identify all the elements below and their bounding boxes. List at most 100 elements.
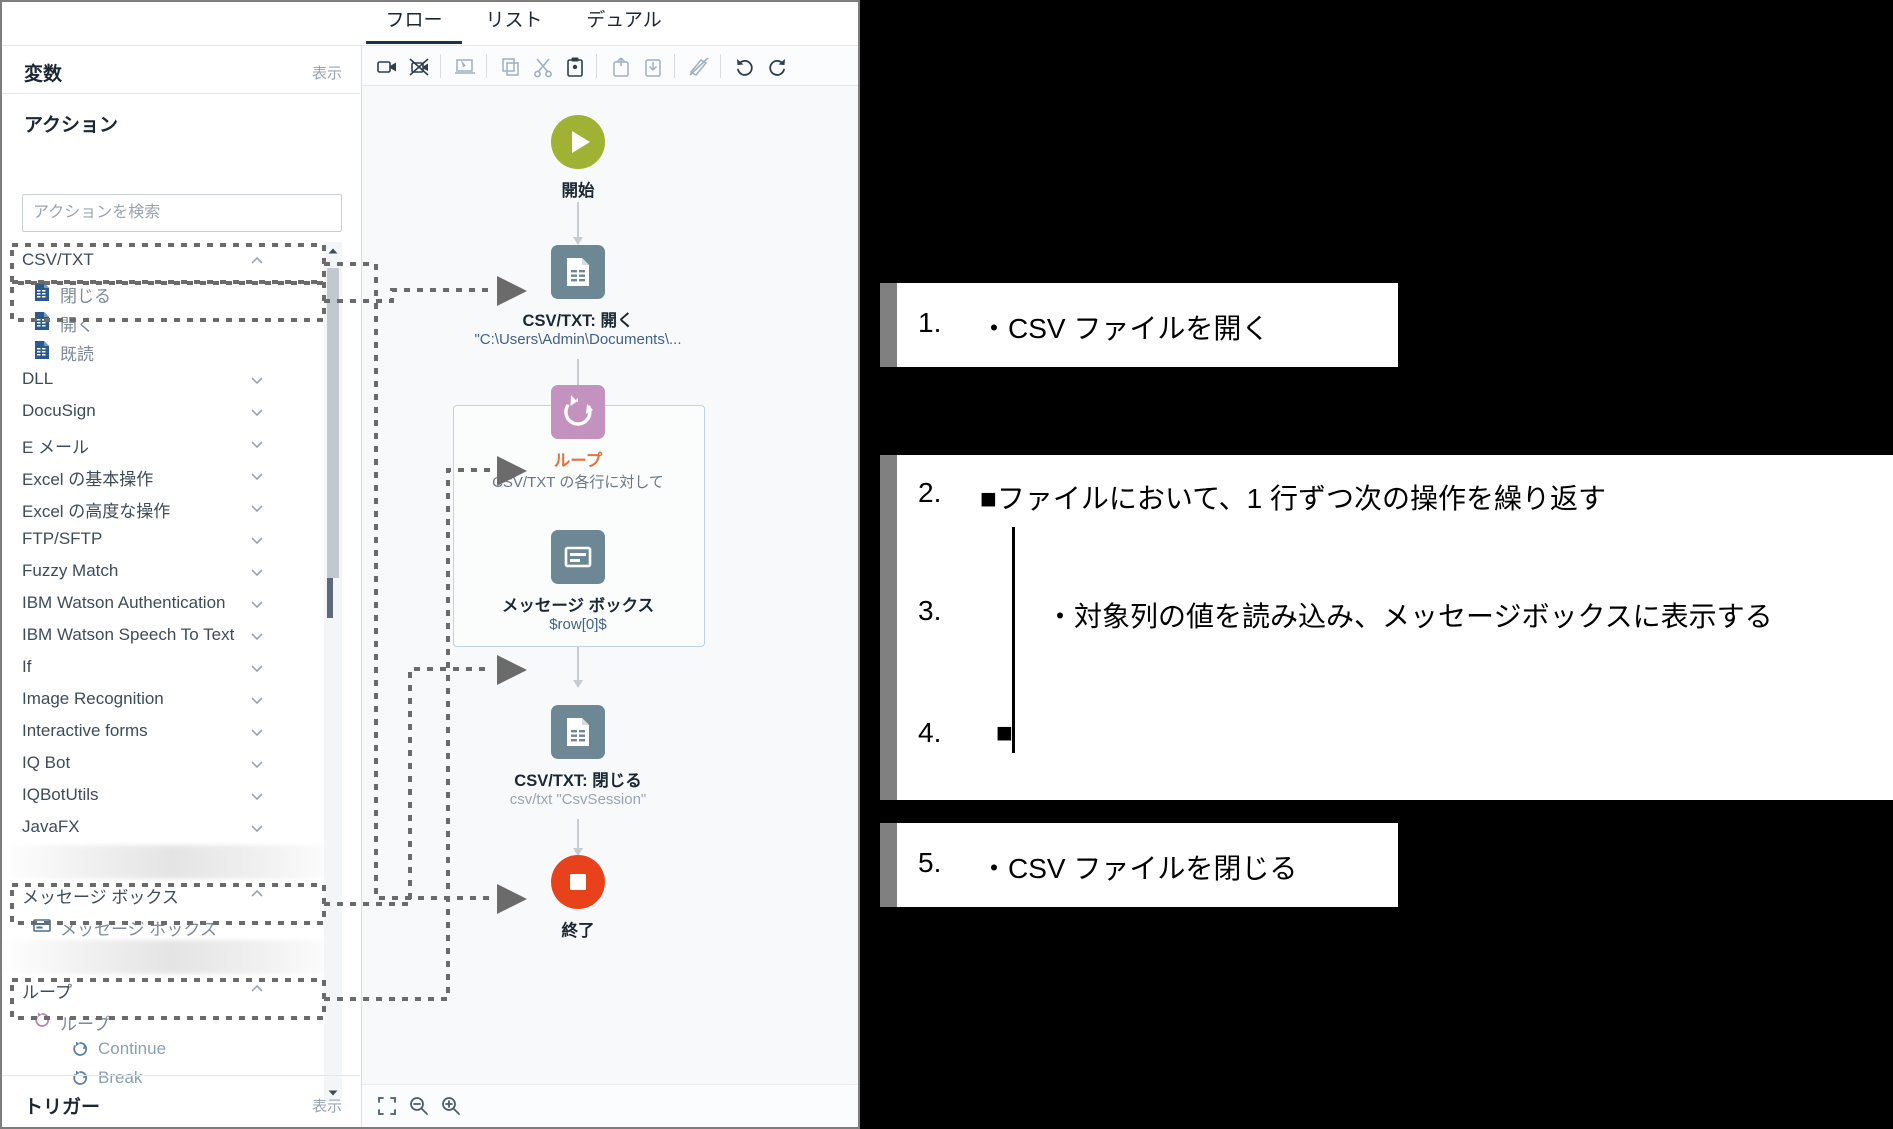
flow-canvas-area: 開始 CSV/TXT: 開く "C:\Users\Admin\Documents… [362,46,858,1127]
search-actions-wrap [22,194,342,232]
action-group-4[interactable]: DLL [2,365,342,397]
action-item-24[interactable]: ループ [2,1006,342,1035]
flow-node-message-box-label: メッセージ ボックス [501,597,655,615]
trigger-section-header[interactable]: トリガー 表示 [2,1075,360,1127]
action-group-23[interactable]: ループ [2,974,342,1006]
flow-node-csv-open[interactable]: CSV/TXT: 開く "C:\Users\Admin\Documents\..… [443,245,713,348]
paste-icon[interactable] [564,56,586,78]
toolbar-separator [720,54,721,78]
annotation-bar [880,455,897,800]
action-group-0[interactable]: CSV/TXT [2,246,342,278]
action-group-label: Excel の基本操作 [22,470,154,489]
chevron-down-icon[interactable] [250,565,264,579]
action-group-label: Fuzzy Match [22,561,119,580]
action-group-10[interactable]: Fuzzy Match [2,557,342,589]
chevron-down-icon[interactable] [250,373,264,387]
action-group-13[interactable]: If [2,653,342,685]
action-group-12[interactable]: IBM Watson Speech To Text [2,621,342,653]
variables-section-header[interactable]: 変数 表示 [2,46,360,94]
action-group-18[interactable]: JavaFX [2,813,342,845]
chevron-down-icon[interactable] [250,469,264,483]
annotation-item-1: 1. ・CSV ファイルを開く [880,283,1398,367]
tab-dual[interactable]: デュアル [570,6,678,44]
scrollbar-thumb[interactable] [327,268,339,578]
chevron-down-icon[interactable] [250,405,264,419]
annotation-number: 1. [918,307,942,338]
action-group-label: JavaFX [22,817,80,836]
flow-node-start-label: 開始 [561,182,595,200]
actions-title: アクション [24,115,119,136]
loop-icon [70,1039,90,1059]
action-group-6[interactable]: E メール [2,429,342,461]
action-group-17[interactable]: IQBotUtils [2,781,342,813]
action-group-7[interactable]: Excel の基本操作 [2,461,342,493]
message-box-icon [551,530,605,584]
action-item-3[interactable]: 既読 [2,336,342,365]
flow-node-end[interactable]: 終了 [493,855,663,941]
chevron-down-icon[interactable] [250,693,264,707]
action-group-14[interactable]: Image Recognition [2,685,342,717]
flow-canvas[interactable]: 開始 CSV/TXT: 開く "C:\Users\Admin\Documents… [362,87,858,1085]
tab-flow[interactable]: フロー [366,6,462,44]
action-item-label: 閉じる [60,287,111,306]
zoom-out-icon[interactable] [408,1095,430,1117]
record-stop-icon[interactable] [408,56,430,78]
variables-show-link[interactable]: 表示 [312,62,342,83]
screenshot-icon[interactable] [454,56,476,78]
annotation-number: 2. [918,477,942,508]
actions-tree-scrollbar[interactable] [324,242,342,1102]
cut-icon[interactable] [532,56,554,78]
import-icon[interactable] [642,56,664,78]
annotation-number: 5. [918,847,942,878]
flow-node-csv-open-subtext: "C:\Users\Admin\Documents\... [474,331,682,348]
tab-list[interactable]: リスト [474,6,554,44]
copy-icon[interactable] [500,56,522,78]
action-group-16[interactable]: IQ Bot [2,749,342,781]
action-item-25[interactable]: Continue [2,1035,342,1064]
chevron-down-icon[interactable] [250,597,264,611]
chevron-down-icon[interactable] [250,437,264,451]
annotation-number: 4. [918,717,942,748]
chevron-down-icon[interactable] [250,501,264,515]
chevron-down-icon[interactable] [250,661,264,675]
action-group-8[interactable]: Excel の高度な操作 [2,493,342,525]
loop-icon [32,1010,52,1030]
fit-to-screen-icon[interactable] [376,1095,398,1117]
action-item-1[interactable]: 閉じる [2,278,342,307]
chevron-up-icon[interactable] [250,982,264,996]
action-group-5[interactable]: DocuSign [2,397,342,429]
chevron-up-icon[interactable] [250,254,264,268]
scroll-up-icon[interactable] [324,242,342,260]
search-actions-input[interactable] [22,194,342,232]
chevron-down-icon[interactable] [250,629,264,643]
disable-icon[interactable] [688,56,710,78]
action-group-15[interactable]: Interactive forms [2,717,342,749]
flow-node-end-label: 終了 [561,922,595,940]
trigger-show-link[interactable]: 表示 [312,1095,342,1116]
flow-node-csv-close[interactable]: CSV/TXT: 閉じる csv/txt "CsvSession" [443,705,713,808]
action-group-11[interactable]: IBM Watson Authentication [2,589,342,621]
flow-node-message-box[interactable]: メッセージ ボックス $row[0]$ [463,530,693,633]
action-group-9[interactable]: FTP/SFTP [2,525,342,557]
redo-icon[interactable] [766,56,788,78]
annotation-text: ・CSV ファイルを開く [980,313,1270,344]
record-icon[interactable] [376,56,398,78]
chevron-up-icon[interactable] [250,887,264,901]
action-item-21[interactable]: メッセージ ボックス [2,911,342,940]
screenshot-root: フロー リスト デュアル 変数 表示 アクション CSV/TXT 閉じる開く既読 D… [0,0,1893,1129]
flow-node-start[interactable]: 開始 [493,115,663,201]
connector-loop-to-close [573,647,583,688]
action-group-20[interactable]: メッセージ ボックス [2,879,342,911]
chevron-down-icon[interactable] [250,821,264,835]
undo-icon[interactable] [734,56,756,78]
chevron-down-icon[interactable] [250,789,264,803]
action-group-label: メッセージ ボックス [22,888,179,907]
actions-tree[interactable]: CSV/TXT 閉じる 開く 既読 DLL DocuSign E メール Excel の基本操… [2,246,342,1086]
zoom-in-icon[interactable] [440,1095,462,1117]
chevron-down-icon[interactable] [250,757,264,771]
export-icon[interactable] [610,56,632,78]
flow-node-loop[interactable]: ループ CSV/TXT の各行に対して [463,385,693,492]
action-item-2[interactable]: 開く [2,307,342,336]
chevron-down-icon[interactable] [250,533,264,547]
chevron-down-icon[interactable] [250,725,264,739]
